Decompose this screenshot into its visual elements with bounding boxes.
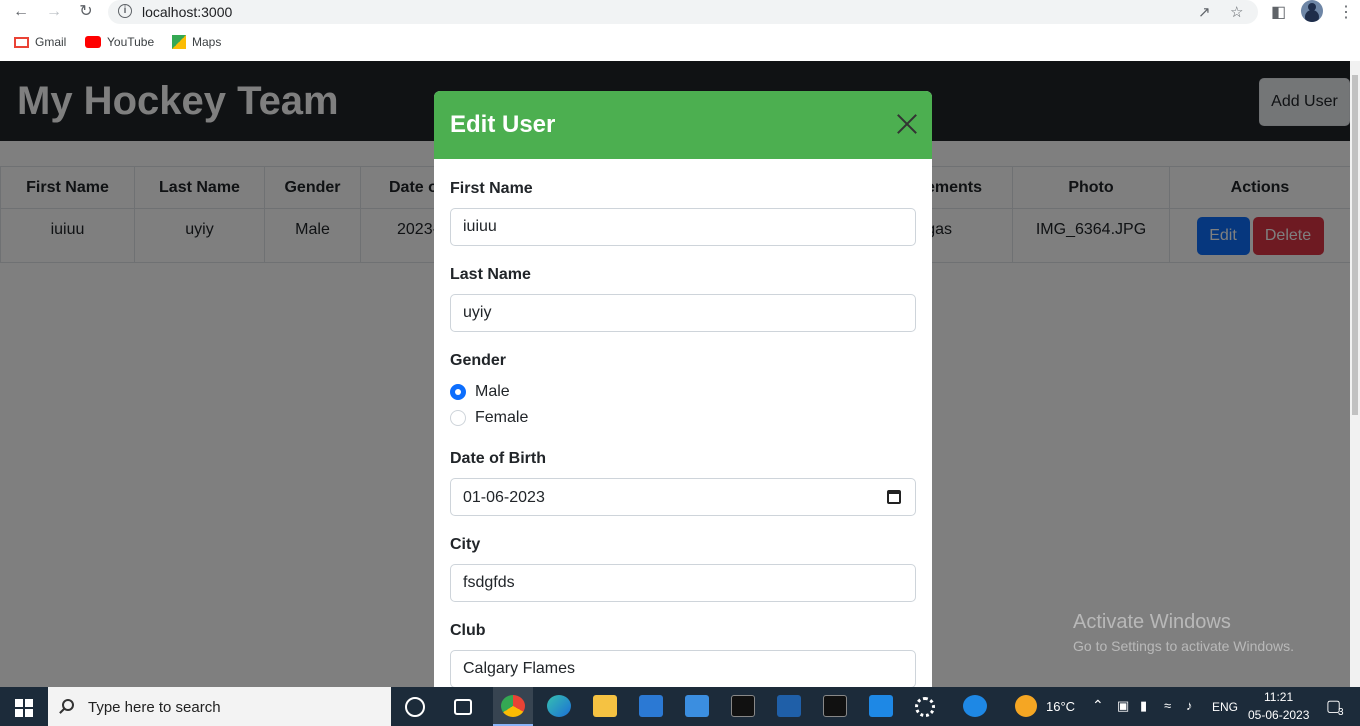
modal-header: Edit User [434, 91, 932, 159]
radio-male[interactable] [450, 384, 466, 400]
radio-label: Male [475, 383, 510, 400]
tray-chevron-icon[interactable]: ⌃ [1092, 697, 1104, 714]
radio-label: Female [475, 409, 529, 426]
chrome-icon[interactable] [501, 695, 525, 717]
search-placeholder: Type here to search [88, 699, 221, 716]
scrollbar-thumb[interactable] [1352, 75, 1358, 415]
cortana-icon[interactable] [405, 697, 425, 717]
page-scrollbar[interactable] [1350, 61, 1360, 687]
share-icon[interactable]: ↗ [1198, 3, 1211, 21]
clock-date[interactable]: 05-06-2023 [1248, 708, 1309, 722]
radio-female[interactable] [450, 410, 466, 426]
network-status-icon[interactable]: ▣ [1117, 698, 1129, 714]
club-input[interactable] [450, 650, 916, 687]
reload-icon[interactable]: ↻ [75, 2, 97, 22]
dob-label: Date of Birth [450, 450, 546, 467]
notification-count: 3 [1338, 707, 1344, 718]
task-view-icon[interactable] [454, 699, 472, 715]
gender-option-female[interactable]: Female [450, 409, 528, 427]
browser-toolbar: ← → ↻ i localhost:3000 ↗ ☆ ◧ ⋮ [0, 0, 1360, 26]
back-icon[interactable]: ← [10, 2, 32, 22]
site-info-icon[interactable]: i [118, 4, 132, 18]
volume-icon[interactable]: ♪ [1186, 698, 1193, 713]
file-explorer-icon[interactable] [593, 695, 617, 717]
store-icon[interactable] [639, 695, 663, 717]
dob-input[interactable]: 01-06-2023 [450, 478, 916, 516]
powershell-icon[interactable] [777, 695, 801, 717]
windows-start-icon[interactable] [15, 699, 33, 717]
terminal-icon[interactable] [731, 695, 755, 717]
bookmark-label: Maps [192, 35, 222, 49]
bookmark-label: YouTube [107, 35, 155, 49]
watermark-subtitle: Go to Settings to activate Windows. [1073, 638, 1294, 654]
menu-icon[interactable]: ⋮ [1338, 2, 1354, 22]
mail-icon[interactable] [685, 695, 709, 717]
command-prompt-icon[interactable] [823, 695, 847, 717]
bookmarks-bar: Gmail YouTube Maps [0, 30, 1360, 56]
activate-windows-watermark: Activate Windows Go to Settings to activ… [1073, 611, 1294, 654]
bookmark-maps[interactable]: Maps [172, 35, 221, 49]
calendar-icon[interactable] [887, 490, 901, 504]
vscode-icon[interactable] [869, 695, 893, 717]
page-content: My Hockey Team Add User First Name Last … [0, 61, 1360, 687]
url-text: localhost:3000 [142, 4, 233, 20]
bookmark-label: Gmail [35, 35, 67, 49]
edge-icon[interactable] [547, 695, 571, 717]
weather-icon[interactable] [1015, 695, 1037, 717]
wifi-icon[interactable]: ≈ [1164, 698, 1171, 713]
club-label: Club [450, 622, 486, 639]
edit-user-modal: Edit User First Name Last Name Gender Ma… [434, 91, 932, 687]
address-bar[interactable]: i localhost:3000 ↗ ☆ [108, 0, 1258, 24]
windows-taskbar: Type here to search 16°C ⌃ ▣ ▮ ≈ ♪ ENG 1… [0, 687, 1360, 726]
side-panel-icon[interactable]: ◧ [1271, 2, 1286, 22]
forward-icon[interactable]: → [43, 2, 65, 22]
bookmark-star-icon[interactable]: ☆ [1230, 3, 1243, 21]
first-name-input[interactable] [450, 208, 916, 246]
taskbar-search[interactable]: Type here to search [48, 687, 391, 726]
language-indicator[interactable]: ENG [1212, 700, 1238, 714]
weather-temp[interactable]: 16°C [1046, 699, 1075, 714]
last-name-label: Last Name [450, 266, 531, 283]
gender-option-male[interactable]: Male [450, 383, 510, 401]
battery-icon[interactable]: ▮ [1140, 698, 1147, 714]
dob-value: 01-06-2023 [463, 489, 545, 506]
settings-gear-icon[interactable] [915, 697, 935, 717]
modal-title: Edit User [450, 111, 556, 138]
profile-avatar[interactable] [1301, 0, 1323, 22]
help-icon[interactable] [963, 695, 987, 717]
first-name-label: First Name [450, 180, 533, 197]
last-name-input[interactable] [450, 294, 916, 332]
maps-icon [172, 35, 186, 49]
bookmark-youtube[interactable]: YouTube [85, 35, 154, 49]
city-label: City [450, 536, 481, 553]
clock-time[interactable]: 11:21 [1264, 690, 1293, 704]
search-icon [62, 699, 74, 711]
bookmark-gmail[interactable]: Gmail [14, 35, 66, 49]
close-icon[interactable] [896, 113, 918, 135]
gender-label: Gender [450, 352, 507, 369]
watermark-title: Activate Windows [1073, 611, 1231, 633]
gmail-icon [14, 36, 29, 48]
city-input[interactable] [450, 564, 916, 602]
youtube-icon [85, 36, 101, 48]
